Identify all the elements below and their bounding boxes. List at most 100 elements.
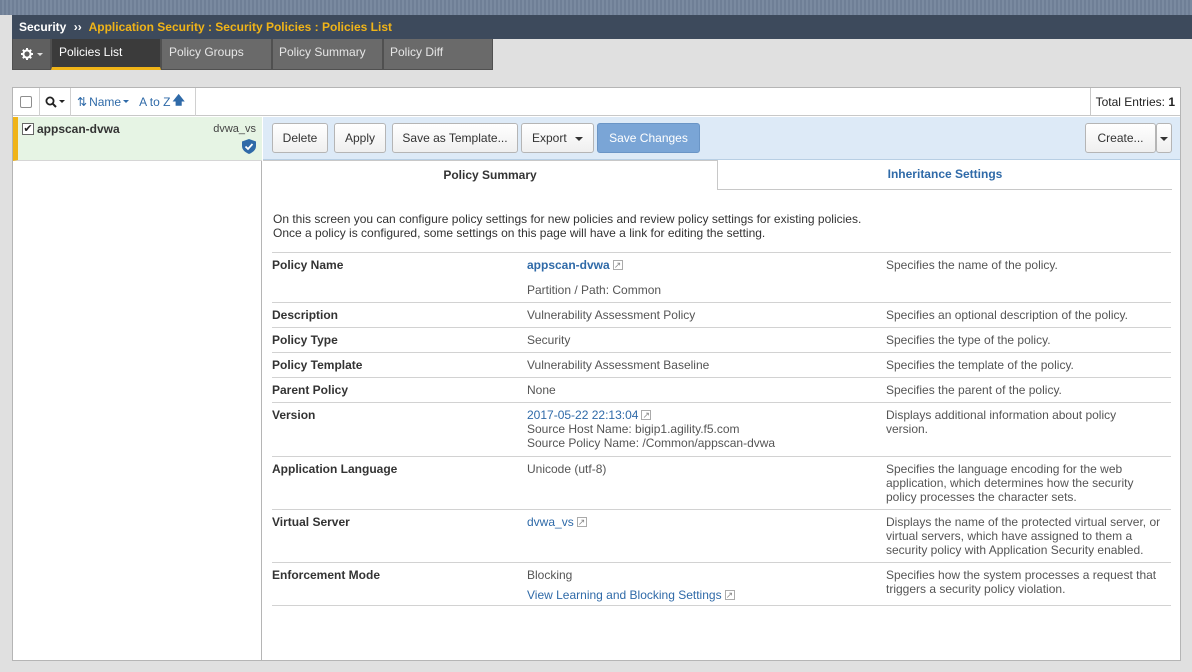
external-link-icon: [612, 258, 623, 272]
property-description: Displays the name of the protected virtu…: [886, 515, 1171, 557]
gear-icon: [20, 48, 33, 60]
tab-inheritance-settings[interactable]: Inheritance Settings: [718, 160, 1172, 190]
sort-order-label: A to Z: [139, 94, 171, 109]
list-item[interactable]: ✔ appscan-dvwa dvwa_vs: [13, 117, 262, 161]
external-link-icon: [724, 588, 735, 602]
property-value: 2017-05-22 22:13:04 Source Host Name: bi…: [527, 408, 775, 450]
description-line: Displays the name of the protected virtu…: [886, 515, 1161, 529]
description-line: application, which determines how the se…: [886, 476, 1134, 490]
select-all-checkbox[interactable]: [20, 95, 32, 108]
property-description: Specifies the parent of the policy.: [886, 383, 1062, 397]
property-label: Version: [272, 408, 316, 422]
export-label: Export: [531, 131, 567, 145]
policy-item-virtual-server: dvwa_vs: [213, 123, 256, 135]
property-value: Vulnerability Assessment Baseline: [527, 358, 710, 372]
description-line: virtual servers, which have assigned to …: [886, 529, 1133, 543]
tab-policy-summary-detail[interactable]: Policy Summary: [263, 160, 718, 190]
source-policy-name: Source Policy Name: /Common/appscan-dvwa: [527, 436, 776, 450]
tab-bar: Policies List Policy Groups Policy Summa…: [12, 39, 493, 71]
save-as-template-button[interactable]: Save as Template...: [392, 123, 518, 153]
table-row: Enforcement Mode Blocking View Learning …: [272, 562, 1171, 606]
description-line: Specifies how the system processes a req…: [886, 568, 1157, 582]
property-description: Specifies the name of the policy.: [886, 258, 1058, 272]
settings-menu-button[interactable]: [12, 39, 51, 70]
intro-text: On this screen you can configure policy …: [273, 212, 861, 240]
export-button[interactable]: Export: [521, 123, 594, 153]
tab-policy-groups[interactable]: Policy Groups: [161, 39, 272, 70]
description-line: Specifies the language encoding for the …: [886, 462, 1123, 476]
property-description: Specifies how the system processes a req…: [886, 568, 1171, 596]
tab-policy-summary[interactable]: Policy Summary: [272, 39, 383, 70]
table-row: Policy Template Vulnerability Assessment…: [272, 352, 1171, 377]
property-value: dvwa_vs: [527, 515, 587, 529]
description-line: policy processes the character sets.: [886, 490, 1077, 504]
property-label: Parent Policy: [272, 383, 349, 397]
sort-field-dropdown[interactable]: ⇅ Name: [77, 94, 130, 109]
version-link[interactable]: 2017-05-22 22:13:04: [527, 408, 638, 422]
chevron-down-icon: [59, 100, 65, 103]
description-line: version.: [886, 422, 929, 436]
property-label: Policy Name: [272, 258, 344, 272]
intro-line-1: On this screen you can configure policy …: [273, 212, 862, 226]
search-button[interactable]: [40, 87, 71, 116]
chevron-down-icon: [575, 136, 584, 141]
table-row: Virtual Server dvwa_vs Displays the name…: [272, 509, 1171, 562]
total-entries-count: 1: [1168, 95, 1175, 109]
partition-path: Partition / Path: Common: [527, 283, 662, 297]
tab-policy-diff[interactable]: Policy Diff: [383, 39, 493, 70]
section-title: Security: [19, 20, 67, 34]
detail-tabs: Policy Summary Inheritance Settings: [263, 160, 1180, 190]
apply-button[interactable]: Apply: [334, 123, 386, 153]
chevron-down-icon: [123, 100, 130, 103]
sort-field-label: Name: [89, 94, 122, 109]
policy-properties-table: Policy Name appscan-dvwa Partition / Pat…: [272, 252, 1171, 606]
property-value: Unicode (utf-8): [527, 462, 607, 476]
property-value: appscan-dvwa Partition / Path: Common: [527, 258, 661, 297]
policy-checkbox[interactable]: ✔: [22, 123, 34, 135]
property-value: Blocking View Learning and Blocking Sett…: [527, 568, 735, 602]
property-label: Policy Template: [272, 358, 363, 372]
property-description: Specifies an optional description of the…: [886, 308, 1128, 322]
enforcement-mode-value: Blocking: [527, 568, 573, 582]
sort-order-toggle[interactable]: A to Z 🡅: [139, 91, 185, 112]
create-dropdown-button[interactable]: [1156, 123, 1172, 153]
property-value: None: [527, 383, 556, 397]
external-link-icon: [641, 408, 652, 422]
property-description: Displays additional information about po…: [886, 408, 1171, 436]
property-label: Virtual Server: [272, 515, 350, 529]
total-entries: Total Entries: 1: [1089, 88, 1180, 116]
description-line: Displays additional information about po…: [886, 408, 1117, 422]
property-label: Policy Type: [272, 333, 338, 347]
table-row: Policy Type Security Specifies the type …: [272, 327, 1171, 352]
intro-line-2: Once a policy is configured, some settin…: [273, 226, 766, 240]
table-row: Description Vulnerability Assessment Pol…: [272, 302, 1171, 327]
policy-item-name[interactable]: appscan-dvwa: [37, 122, 120, 136]
arrow-up-icon: 🡅: [172, 93, 185, 107]
property-description: Specifies the language encoding for the …: [886, 462, 1171, 504]
save-changes-button[interactable]: Save Changes: [597, 123, 700, 153]
sort-icon: ⇅: [77, 94, 88, 109]
tab-policies-list[interactable]: Policies List: [51, 39, 161, 70]
breadcrumb[interactable]: Application Security : Security Policies…: [89, 20, 392, 34]
property-value: Vulnerability Assessment Policy: [527, 308, 696, 322]
table-row: Policy Name appscan-dvwa Partition / Pat…: [272, 252, 1171, 302]
property-label: Enforcement Mode: [272, 568, 381, 582]
delete-button[interactable]: Delete: [272, 123, 328, 153]
source-host-name: Source Host Name: bigip1.agility.f5.com: [527, 422, 740, 436]
external-link-icon: [576, 515, 587, 529]
top-banner: [0, 0, 1192, 15]
list-toolbar: ⇅ Name A to Z 🡅 Total Entries: 1: [13, 87, 1180, 116]
chevron-down-icon: [1160, 136, 1168, 141]
description-line: security policy with Application Securit…: [886, 543, 1144, 557]
learning-blocking-settings-link[interactable]: View Learning and Blocking Settings: [527, 588, 722, 602]
property-label: Description: [272, 308, 339, 322]
policy-name-link[interactable]: appscan-dvwa: [527, 258, 610, 272]
property-value: Security: [527, 333, 571, 347]
property-description: Specifies the type of the policy.: [886, 333, 1051, 347]
table-row: Version 2017-05-22 22:13:04 Source Host …: [272, 402, 1171, 456]
total-entries-label: Total Entries:: [1095, 95, 1165, 109]
property-description: Specifies the template of the policy.: [886, 358, 1074, 372]
virtual-server-link[interactable]: dvwa_vs: [527, 515, 574, 529]
create-button[interactable]: Create...: [1085, 123, 1156, 153]
shield-icon: [242, 139, 256, 154]
